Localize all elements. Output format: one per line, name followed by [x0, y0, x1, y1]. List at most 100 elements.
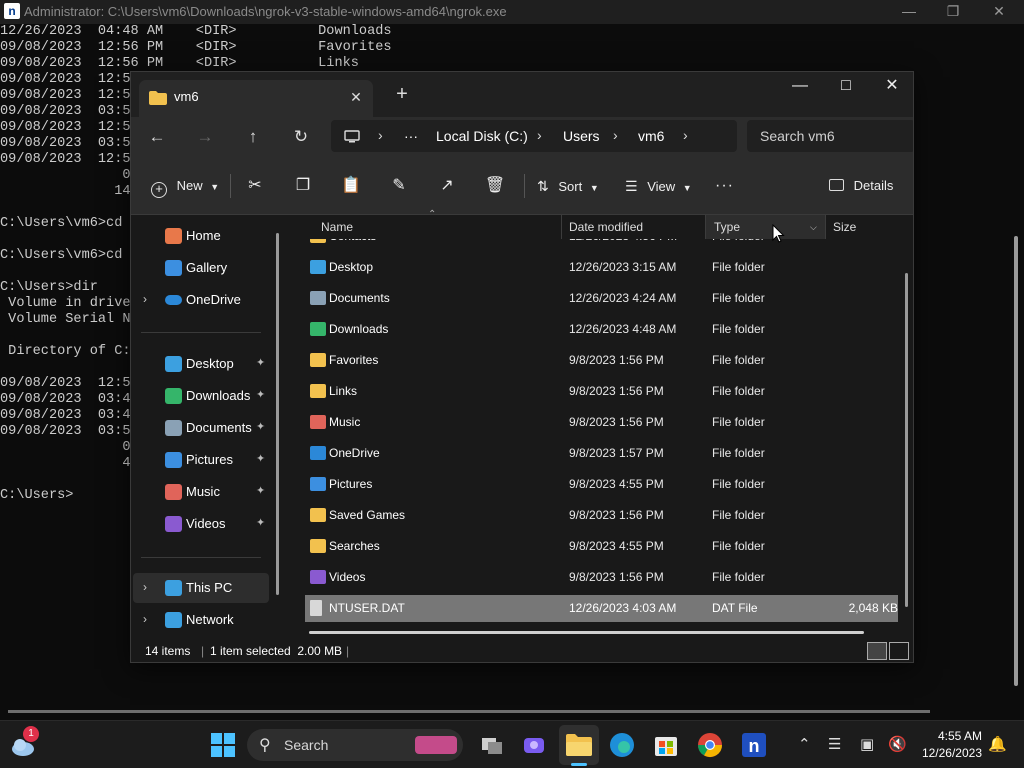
meet-icon[interactable]: [518, 729, 550, 761]
sidebar-item-onedrive[interactable]: › OneDrive: [133, 285, 269, 315]
file-row[interactable]: Contacts 12/26/2023 4:56 PM File folder: [305, 239, 898, 250]
details-view-icon[interactable]: [867, 642, 887, 660]
new-button[interactable]: + New ▼: [151, 171, 219, 201]
task-view-icon[interactable]: [476, 729, 508, 761]
store-glyph: [655, 737, 677, 756]
cut-icon[interactable]: ✂: [239, 171, 271, 201]
file-row[interactable]: Desktop 12/26/2023 3:15 AM File folder: [305, 254, 898, 281]
maximize-button[interactable]: □: [823, 72, 869, 102]
console-minimize-button[interactable]: —: [886, 0, 932, 24]
pin-icon[interactable]: ✦: [256, 484, 265, 497]
show-hidden-icons-icon[interactable]: ⌃: [798, 735, 811, 753]
forward-arrow-icon[interactable]: →: [189, 122, 221, 154]
sidebar-item-downloads[interactable]: Downloads ✦: [133, 381, 269, 411]
file-list-horizontal-scrollbar[interactable]: [309, 631, 864, 634]
file-row[interactable]: Pictures 9/8/2023 4:55 PM File folder: [305, 471, 898, 498]
sidebar-scrollbar[interactable]: [276, 233, 279, 595]
pin-icon[interactable]: ✦: [256, 356, 265, 369]
chevron-right-icon[interactable]: ›: [143, 292, 147, 306]
column-size[interactable]: Size: [825, 215, 913, 239]
pin-icon[interactable]: ✦: [256, 452, 265, 465]
sidebar-item-desktop[interactable]: Desktop ✦: [133, 349, 269, 379]
console-scrollbar[interactable]: [1014, 236, 1018, 686]
tab-vm6[interactable]: vm6 ✕: [139, 80, 373, 117]
store-icon[interactable]: [650, 729, 682, 761]
share-icon[interactable]: ↗: [431, 171, 463, 201]
copy-icon[interactable]: ❐: [287, 171, 319, 201]
network-disconnected-icon[interactable]: ☰: [828, 735, 841, 753]
search-input[interactable]: Search vm6: [747, 120, 913, 152]
sidebar-item-documents[interactable]: Documents ✦: [133, 413, 269, 443]
volume-muted-icon[interactable]: 🔇: [888, 735, 907, 753]
up-arrow-icon[interactable]: ↑: [237, 122, 269, 154]
weather-icon[interactable]: 1: [8, 726, 40, 761]
console-titlebar[interactable]: n Administrator: C:\Users\vm6\Downloads\…: [0, 0, 1024, 24]
file-row[interactable]: NTUSER.DAT 12/26/2023 4:03 AM DAT File 2,04…: [305, 595, 898, 622]
paste-icon[interactable]: 📋: [335, 171, 367, 201]
sidebar-item-pictures[interactable]: Pictures ✦: [133, 445, 269, 475]
close-button[interactable]: ✕: [869, 72, 913, 102]
file-row[interactable]: Searches 9/8/2023 4:55 PM File folder: [305, 533, 898, 560]
file-row[interactable]: Documents 12/26/2023 4:24 AM File folder: [305, 285, 898, 312]
chevron-down-icon[interactable]: ⌵: [810, 215, 817, 239]
taskbar-search-box[interactable]: ⚲ Search: [247, 729, 463, 761]
notification-bell-icon[interactable]: 🔔: [988, 735, 1007, 753]
sidebar-item-this-pc[interactable]: › This PC: [133, 573, 269, 603]
sidebar-item-network[interactable]: › Network: [133, 605, 269, 635]
sidebar-item-gallery[interactable]: Gallery: [133, 253, 269, 283]
ngrok-taskbar-icon[interactable]: n: [738, 729, 770, 761]
selection-info: 1 item selected 2.00 MB: [210, 644, 343, 658]
edge-icon[interactable]: [606, 729, 638, 761]
console-maximize-button[interactable]: ❐: [930, 0, 976, 24]
column-type[interactable]: Type ⌵: [706, 215, 825, 239]
delete-icon[interactable]: 🗑: [479, 171, 511, 201]
sidebar-item-home[interactable]: Home: [133, 221, 269, 251]
chrome-icon[interactable]: [694, 729, 726, 761]
console-horizontal-scrollbar[interactable]: [8, 710, 930, 713]
clock[interactable]: 4:55 AM 12/26/2023: [910, 728, 982, 762]
console-close-button[interactable]: ✕: [976, 0, 1022, 24]
sidebar-item-music[interactable]: Music ✦: [133, 477, 269, 507]
network-icon: [165, 612, 182, 628]
close-tab-icon[interactable]: ✕: [345, 86, 367, 108]
minimize-button[interactable]: —: [777, 72, 823, 102]
back-arrow-icon[interactable]: ←: [141, 122, 173, 154]
pin-icon[interactable]: ✦: [256, 516, 265, 529]
crumb-users[interactable]: Users: [563, 120, 600, 152]
pin-icon[interactable]: ✦: [256, 388, 265, 401]
column-name[interactable]: Name: [313, 215, 561, 239]
crumb-local-disk[interactable]: Local Disk (C:): [436, 120, 528, 152]
sort-button[interactable]: ⇅ Sort ▼: [537, 171, 599, 201]
more-options-button[interactable]: ···: [715, 171, 734, 201]
file-row[interactable]: Music 9/8/2023 1:56 PM File folder: [305, 409, 898, 436]
console-line: 12/26/2023 04:48 AM <DIR> Downloads: [0, 24, 392, 39]
new-tab-button[interactable]: +: [389, 83, 415, 107]
file-list-scrollbar[interactable]: [905, 273, 908, 607]
large-icons-view-icon[interactable]: [889, 642, 909, 660]
chevron-right-icon[interactable]: ›: [143, 580, 147, 594]
file-row[interactable]: Links 9/8/2023 1:56 PM File folder: [305, 378, 898, 405]
sidebar-item-label: Gallery: [186, 260, 228, 275]
display-icon[interactable]: ▣: [860, 735, 874, 753]
chevron-right-icon[interactable]: ›: [143, 612, 147, 626]
file-explorer-taskbar-button[interactable]: [559, 725, 599, 765]
rename-icon[interactable]: ✎: [383, 171, 415, 201]
column-type-label: Type: [714, 220, 741, 234]
file-row[interactable]: Saved Games 9/8/2023 1:56 PM File folder: [305, 502, 898, 529]
pin-icon[interactable]: ✦: [256, 420, 265, 433]
address-more-button[interactable]: ···: [404, 120, 418, 152]
column-date-modified[interactable]: Date modified: [561, 215, 705, 239]
crumb-vm6[interactable]: vm6: [638, 120, 664, 152]
file-row[interactable]: Favorites 9/8/2023 1:56 PM File folder: [305, 347, 898, 374]
file-row[interactable]: Downloads 12/26/2023 4:48 AM File folder: [305, 316, 898, 343]
file-row[interactable]: OneDrive 9/8/2023 1:57 PM File folder: [305, 440, 898, 467]
refresh-icon[interactable]: ↻: [285, 122, 317, 154]
details-button[interactable]: Details: [829, 171, 893, 201]
desktop-icon: [165, 356, 182, 372]
file-row[interactable]: Videos 9/8/2023 1:56 PM File folder: [305, 564, 898, 591]
start-button[interactable]: [207, 729, 239, 761]
sidebar-item-videos[interactable]: Videos ✦: [133, 509, 269, 539]
view-button[interactable]: ☰ View ▼: [625, 171, 692, 201]
item-count: 14 items: [145, 644, 191, 658]
address-bar[interactable]: › ··· Local Disk (C:) › Users › vm6 ›: [331, 120, 737, 152]
